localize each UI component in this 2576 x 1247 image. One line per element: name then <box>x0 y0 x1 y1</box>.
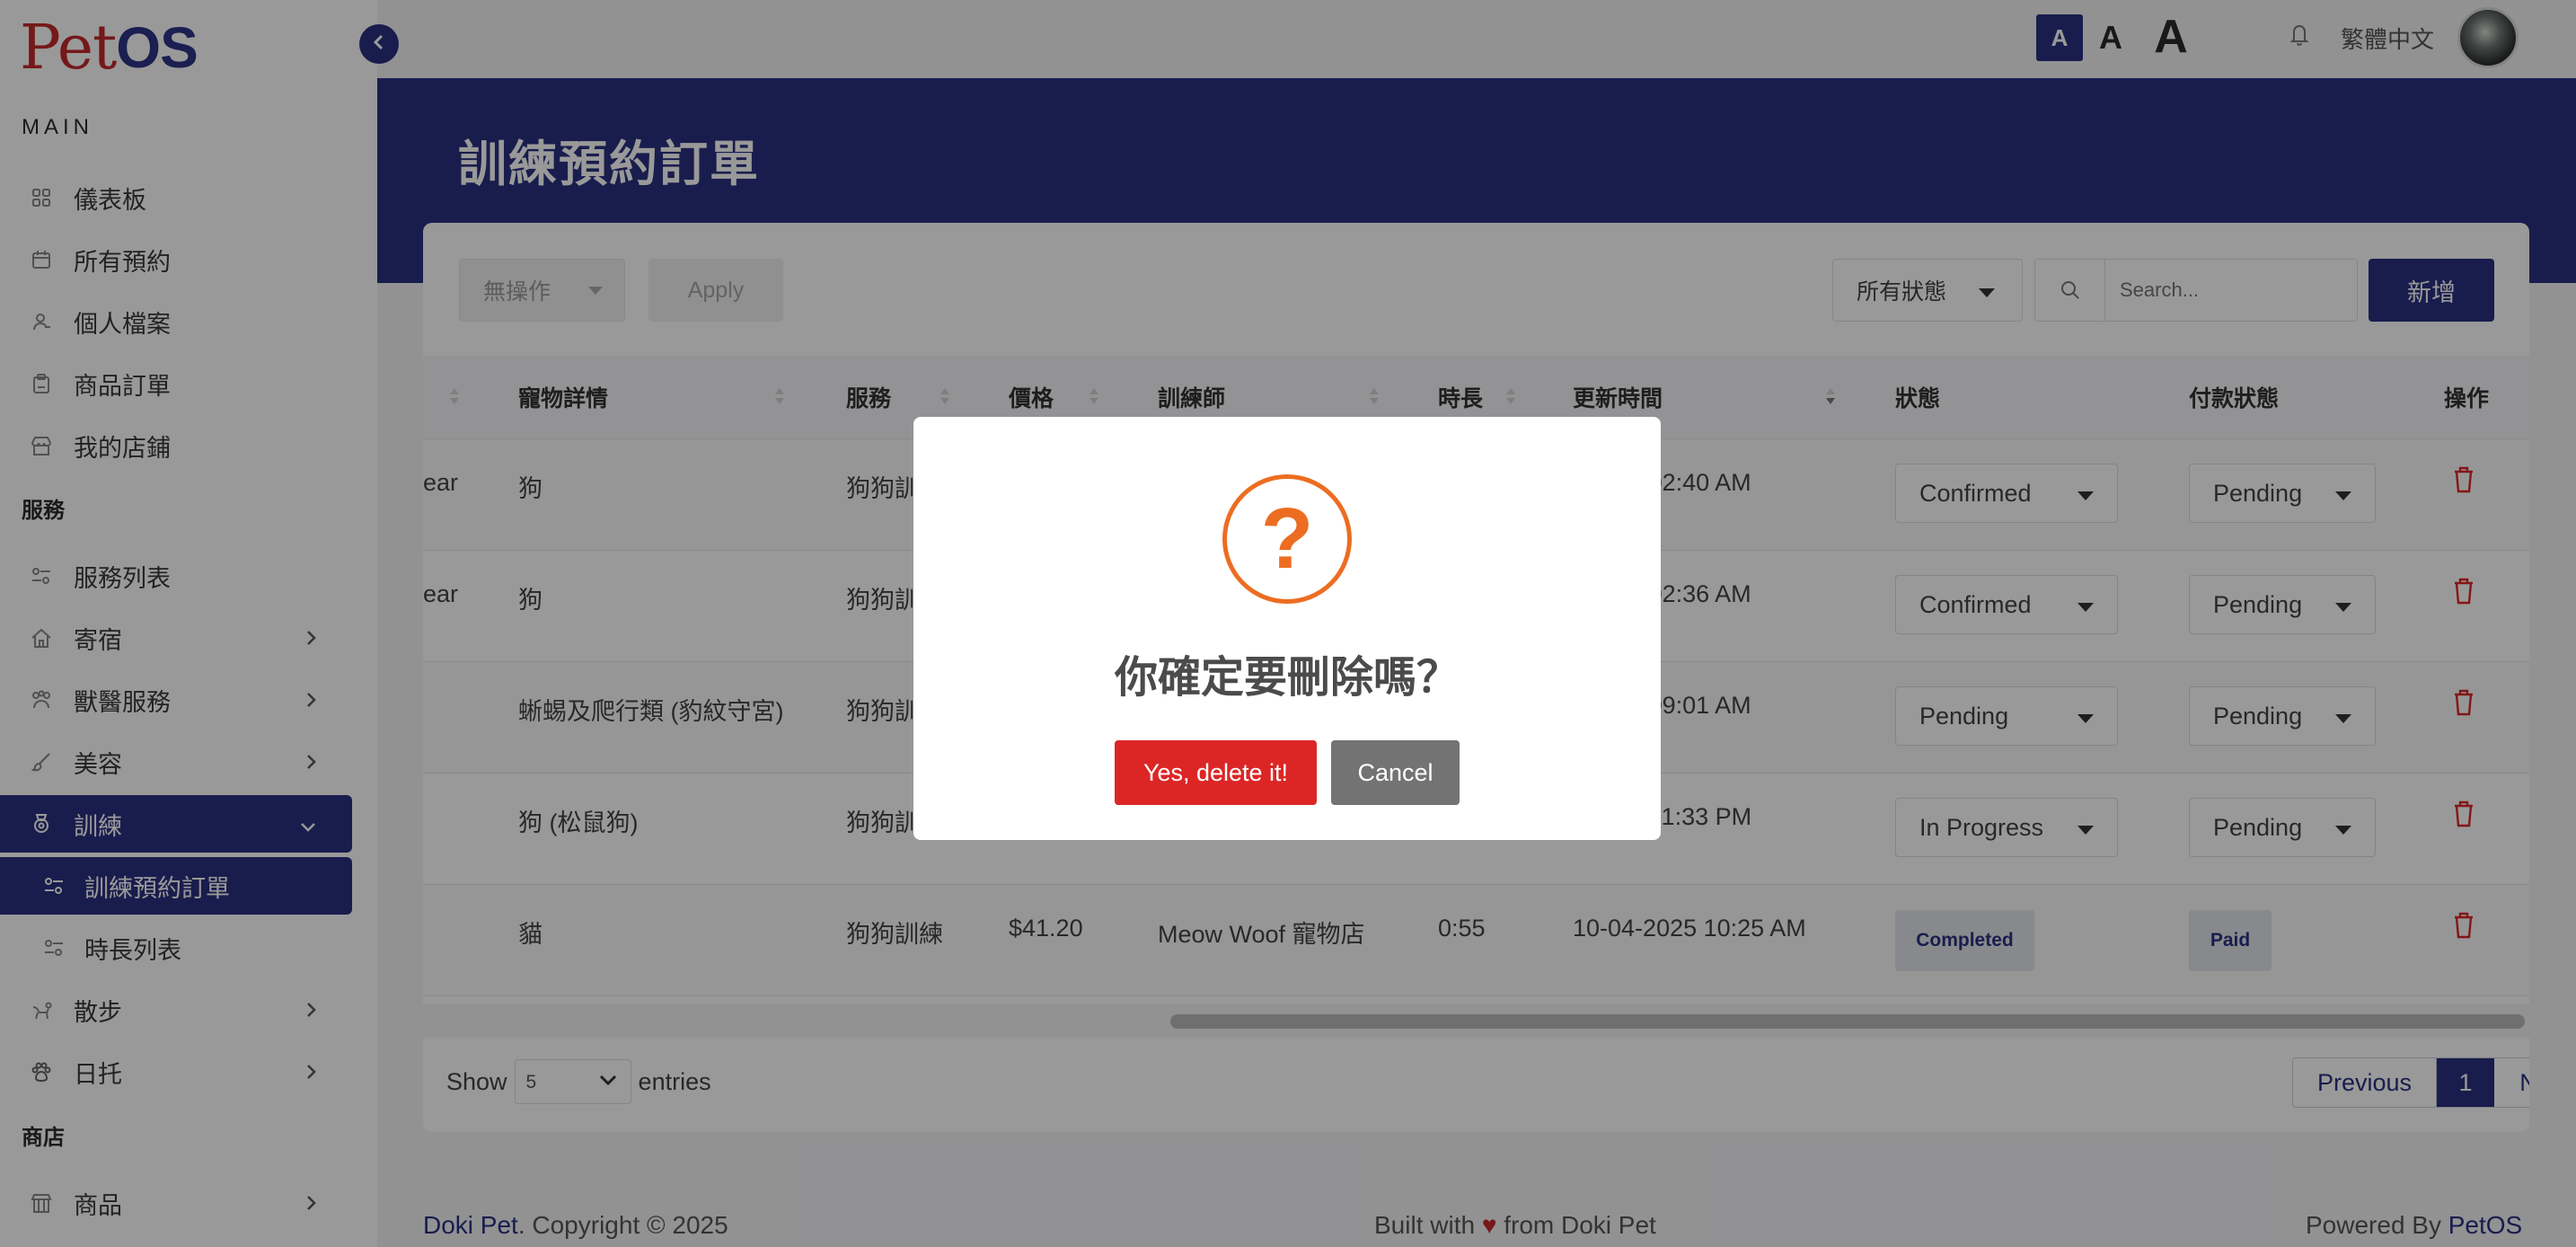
confirm-delete-button[interactable]: Yes, delete it! <box>1115 740 1317 805</box>
dialog-title: 你確定要刪除嗎？ <box>1114 654 1460 702</box>
delete-confirm-dialog: ? 你確定要刪除嗎？ Yes, delete it! Cancel <box>913 417 1661 840</box>
question-icon: ? <box>1222 474 1352 604</box>
cancel-button[interactable]: Cancel <box>1331 740 1460 805</box>
